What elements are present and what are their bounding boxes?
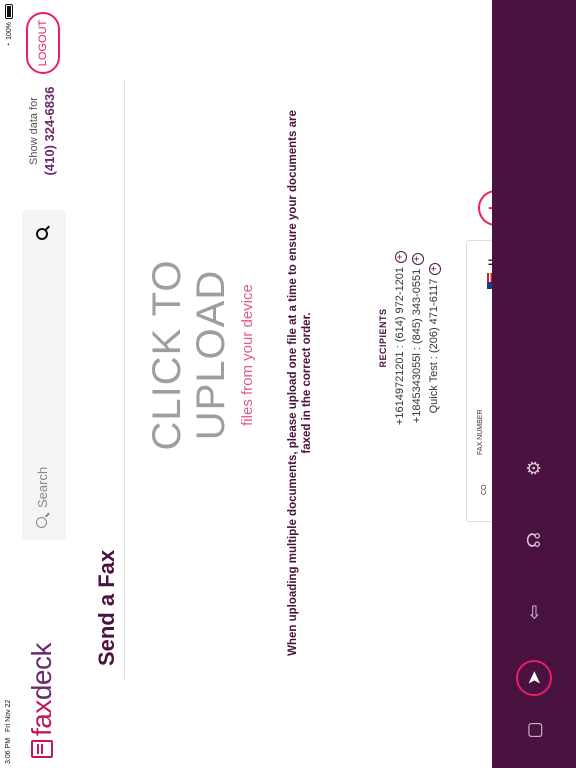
send-icon[interactable]: ➤	[516, 660, 552, 696]
battery-percent: 100%	[5, 22, 13, 40]
recipients-list: RECIPIENTS +16149721201 : (614) 972-1201…	[378, 238, 443, 438]
status-bar: 3:06 PM Fri Nov 22 ◔ 100%	[0, 0, 20, 768]
status-time: 3:06 PM	[5, 737, 12, 764]
fax-number-label: FAX NUMBER	[477, 409, 484, 455]
logout-button[interactable]: LOGOUT	[26, 12, 60, 74]
bottom-nav: ▢ ➤ ⇦ ☊ ⚙	[492, 0, 576, 768]
logo: fax deck	[22, 643, 62, 758]
upload-title: CLICK TO UPLOAD	[145, 259, 233, 451]
header: fax deck Search Show data for (410) 324-…	[20, 0, 82, 768]
show-data-for[interactable]: Show data for (410) 324-6836	[28, 86, 57, 176]
fax-logo-icon	[31, 740, 53, 758]
search-placeholder: Search	[35, 466, 50, 508]
search-input[interactable]: Search	[22, 210, 66, 540]
battery-icon	[5, 4, 13, 19]
show-data-number: (410) 324-6836	[42, 86, 57, 176]
show-data-label: Show data for	[28, 97, 40, 165]
list-item[interactable]: +1845343055l : (845) 343-0551 +	[409, 238, 426, 438]
search-icon	[36, 517, 47, 528]
list-item[interactable]: +16149721201 : (614) 972-1201 +	[392, 238, 409, 438]
settings-icon[interactable]: ⚙	[516, 450, 552, 486]
logout-nav-icon[interactable]: ⇦	[516, 594, 552, 630]
upload-warning: When uploading multiple documents, pleas…	[287, 110, 313, 656]
country-code-label: CO	[481, 484, 488, 496]
wifi-icon: ◔	[5, 42, 13, 48]
upload-dropzone[interactable]: CLICK TO UPLOAD files from your device	[145, 190, 295, 520]
list-item[interactable]: Quick Test : (206) 471-6117 +	[426, 238, 443, 438]
add-recipient-icon[interactable]: +	[411, 252, 424, 265]
logo-text-fax: fax	[26, 700, 57, 736]
logo-text-deck: deck	[26, 642, 57, 701]
page-title: Send a Fax	[94, 549, 119, 666]
search-submit-icon[interactable]	[36, 228, 48, 240]
recipients-title: RECIPIENTS	[378, 308, 388, 368]
inbox-icon[interactable]: ▢	[516, 712, 552, 748]
divider	[124, 80, 125, 680]
contacts-icon[interactable]: ☊	[516, 522, 552, 558]
app-screen: 3:06 PM Fri Nov 22 ◔ 100% fax deck Searc…	[0, 0, 576, 768]
upload-subtitle: files from your device	[239, 284, 256, 426]
status-date: Fri Nov 22	[5, 699, 12, 732]
add-recipient-icon[interactable]: +	[428, 262, 441, 275]
add-recipient-icon[interactable]: +	[394, 250, 407, 263]
